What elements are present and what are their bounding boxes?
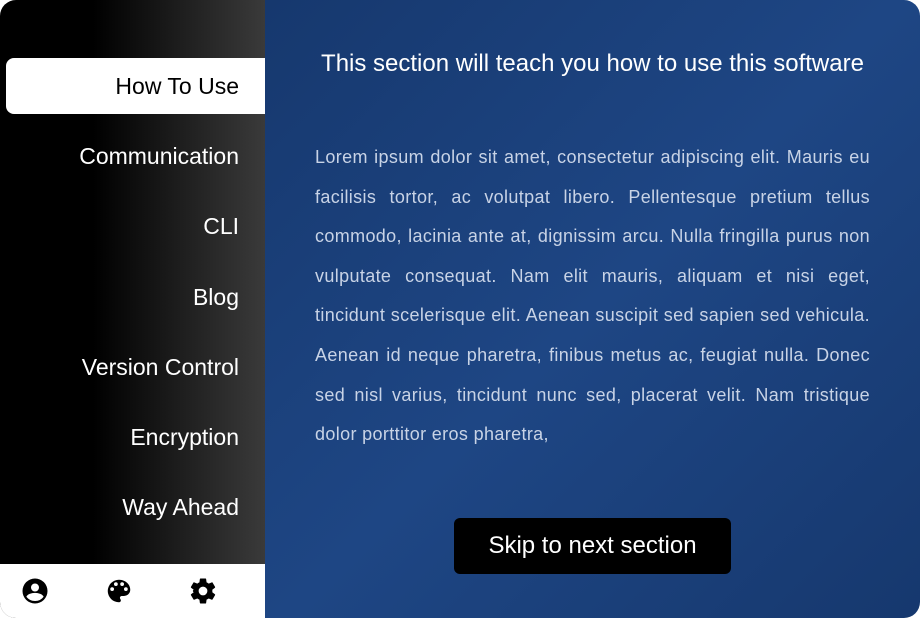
sidebar-bottom-bar — [0, 564, 265, 618]
section-body: Lorem ipsum dolor sit amet, consectetur … — [299, 138, 886, 498]
sidebar-item-cli[interactable]: CLI — [0, 198, 265, 254]
section-title: This section will teach you how to use t… — [299, 50, 886, 78]
sidebar: How To Use Communication CLI Blog Versio… — [0, 0, 265, 618]
sidebar-item-version-control[interactable]: Version Control — [0, 339, 265, 395]
main-content: This section will teach you how to use t… — [265, 0, 920, 618]
sidebar-item-communication[interactable]: Communication — [0, 128, 265, 184]
sidebar-item-blog[interactable]: Blog — [0, 269, 265, 325]
user-icon[interactable] — [18, 574, 52, 608]
palette-icon[interactable] — [102, 574, 136, 608]
gear-icon[interactable] — [186, 574, 220, 608]
skip-button[interactable]: Skip to next section — [454, 518, 730, 574]
sidebar-item-encryption[interactable]: Encryption — [0, 409, 265, 465]
sidebar-item-how-to-use[interactable]: How To Use — [6, 58, 265, 114]
sidebar-item-way-ahead[interactable]: Way Ahead — [0, 479, 265, 535]
sidebar-items: How To Use Communication CLI Blog Versio… — [0, 0, 265, 549]
